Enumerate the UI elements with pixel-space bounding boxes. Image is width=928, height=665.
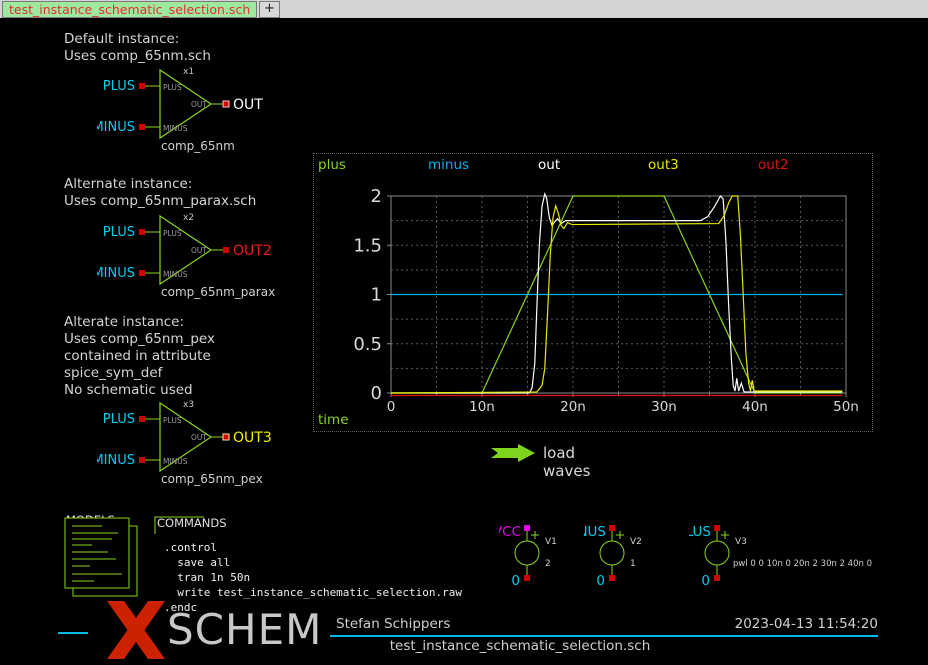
- page-rect-front: [65, 518, 129, 588]
- commands-code[interactable]: .control save all tran 1n 50n write test…: [164, 540, 462, 615]
- pin-label-minus: MINUS: [163, 124, 188, 133]
- net-label-minus[interactable]: MINUS: [97, 453, 135, 468]
- pin-label-out: OUT: [191, 433, 207, 442]
- y-tick-label: 0.5: [353, 334, 382, 355]
- titleblock-line-left: [58, 632, 88, 634]
- pin-label-out: OUT: [191, 246, 207, 255]
- x-axis-label: time: [318, 412, 349, 428]
- instance-name: x3: [183, 400, 194, 410]
- pin-square: [524, 575, 530, 581]
- net-label-out[interactable]: OUT2: [233, 243, 272, 259]
- tab-schematic[interactable]: test_instance_schematic_selection.sch: [2, 1, 257, 18]
- net-label-minus[interactable]: MINUS: [97, 120, 135, 135]
- source-circle-icon: [515, 541, 539, 565]
- waveform-graph[interactable]: 0 10n 20n 30n 40n 50n 0 0.5 1 1.5 2 plus minus out ou…: [313, 153, 873, 432]
- legend-item-out3[interactable]: out3: [648, 157, 679, 173]
- pin-square: [714, 525, 720, 531]
- pin-square: [223, 434, 229, 440]
- pin-square: [139, 270, 145, 276]
- waveform-plot-area[interactable]: 0 10n 20n 30n 40n 50n 0 0.5 1 1.5 2: [314, 154, 872, 431]
- launcher-arrow-icon: [490, 443, 536, 463]
- tab-bar: test_instance_schematic_selection.sch +: [0, 0, 928, 20]
- net-label[interactable]: MINUS: [584, 524, 606, 540]
- models-icon[interactable]: [60, 508, 150, 603]
- gnd-label[interactable]: 0: [511, 573, 520, 588]
- source-value: 2: [545, 559, 551, 569]
- y-tick-label: 1.5: [353, 235, 382, 256]
- pin-square: [139, 83, 145, 89]
- net-label-plus[interactable]: PLUS: [103, 79, 135, 94]
- source-circle-icon: [705, 541, 729, 565]
- legend-item-out2[interactable]: out2: [758, 157, 789, 173]
- source-name: V3: [735, 537, 747, 547]
- symbol-name: comp_65nm_parax: [161, 285, 275, 299]
- pin-square: [714, 575, 720, 581]
- pin-square: [139, 124, 145, 130]
- pin-square: [609, 575, 615, 581]
- load-waves-launcher[interactable]: load waves: [490, 443, 536, 463]
- titleblock-author: Stefan Schippers: [336, 616, 450, 632]
- source-value: pwl 0 0 10n 0 20n 2 30n 2 40n 0: [733, 559, 872, 569]
- pin-label-minus: MINUS: [163, 270, 188, 279]
- pin-square: [524, 525, 530, 531]
- net-label-minus[interactable]: MINUS: [97, 266, 135, 281]
- x-tick-label: 10n: [469, 399, 495, 415]
- xschem-logo-x-icon: [106, 601, 166, 659]
- titleblock-line-center: [330, 635, 878, 637]
- legend-item-minus[interactable]: minus: [428, 157, 469, 173]
- legend-item-plus[interactable]: plus: [318, 157, 346, 173]
- net-label-out[interactable]: OUT3: [233, 430, 272, 446]
- pin-square: [609, 525, 615, 531]
- y-tick-label: 0: [371, 383, 382, 404]
- y-tick-label: 1: [371, 285, 382, 306]
- net-label-out[interactable]: OUT: [233, 97, 263, 113]
- schematic-canvas[interactable]: Default instance: Uses comp_65nm.sch Alt…: [0, 20, 928, 665]
- instance-name: x1: [183, 67, 194, 77]
- symbol-name: comp_65nm: [161, 139, 235, 153]
- x-tick-label: 40n: [742, 399, 768, 415]
- titleblock-filename: test_instance_schematic_selection.sch: [220, 638, 820, 654]
- legend-item-out[interactable]: out: [538, 157, 560, 173]
- launcher-label: load waves: [543, 444, 590, 480]
- pin-square: [139, 416, 145, 422]
- comparator-instance-x1[interactable]: PLUS MINUS x1 PLUS MINUS OUT OUT comp_65…: [97, 61, 297, 156]
- annotation-pex-instance: Alterate instance: Uses comp_65nm_pex co…: [64, 314, 215, 399]
- pin-square: [139, 229, 145, 235]
- net-label[interactable]: PLUS: [689, 524, 711, 540]
- instance-name: x2: [183, 213, 194, 223]
- source-name: V2: [630, 537, 642, 547]
- titleblock-datetime: 2023-04-13 11:54:20: [578, 616, 878, 632]
- pin-square: [139, 457, 145, 463]
- annotation-alternate-instance: Alternate instance: Uses comp_65nm_parax…: [64, 176, 256, 210]
- commands-bracket-icon: [152, 512, 212, 537]
- gnd-label[interactable]: 0: [701, 573, 710, 588]
- net-label[interactable]: VCC: [499, 524, 521, 540]
- source-circle-icon: [600, 541, 624, 565]
- net-label-plus[interactable]: PLUS: [103, 225, 135, 240]
- x-tick-label: 30n: [651, 399, 677, 415]
- pin-square: [223, 101, 229, 107]
- new-tab-button[interactable]: +: [259, 1, 280, 18]
- vsource-v3[interactable]: PLUS V3 pwl 0 0 10n 0 20n 2 30n 2 40n 0 …: [689, 523, 924, 588]
- comparator-instance-x3[interactable]: PLUS MINUS x3 PLUS MINUS OUT OUT3 comp_6…: [97, 394, 297, 489]
- pin-label-minus: MINUS: [163, 457, 188, 466]
- x-tick-label: 0: [387, 399, 396, 415]
- gnd-label[interactable]: 0: [596, 573, 605, 588]
- net-label-plus[interactable]: PLUS: [103, 412, 135, 427]
- pin-label-plus: PLUS: [163, 416, 182, 425]
- source-value: 1: [630, 559, 636, 569]
- pin-label-out: OUT: [191, 100, 207, 109]
- x-tick-label: 20n: [560, 399, 586, 415]
- source-name: V1: [545, 537, 557, 547]
- comparator-instance-x2[interactable]: PLUS MINUS x2 PLUS MINUS OUT OUT2 comp_6…: [97, 207, 297, 302]
- symbol-name: comp_65nm_pex: [161, 472, 263, 486]
- x-tick-label: 50n: [833, 399, 859, 415]
- pin-square: [223, 247, 229, 253]
- y-tick-label: 2: [371, 186, 382, 207]
- pin-label-plus: PLUS: [163, 83, 182, 92]
- pin-label-plus: PLUS: [163, 229, 182, 238]
- annotation-default-instance: Default instance: Uses comp_65nm.sch: [64, 31, 211, 65]
